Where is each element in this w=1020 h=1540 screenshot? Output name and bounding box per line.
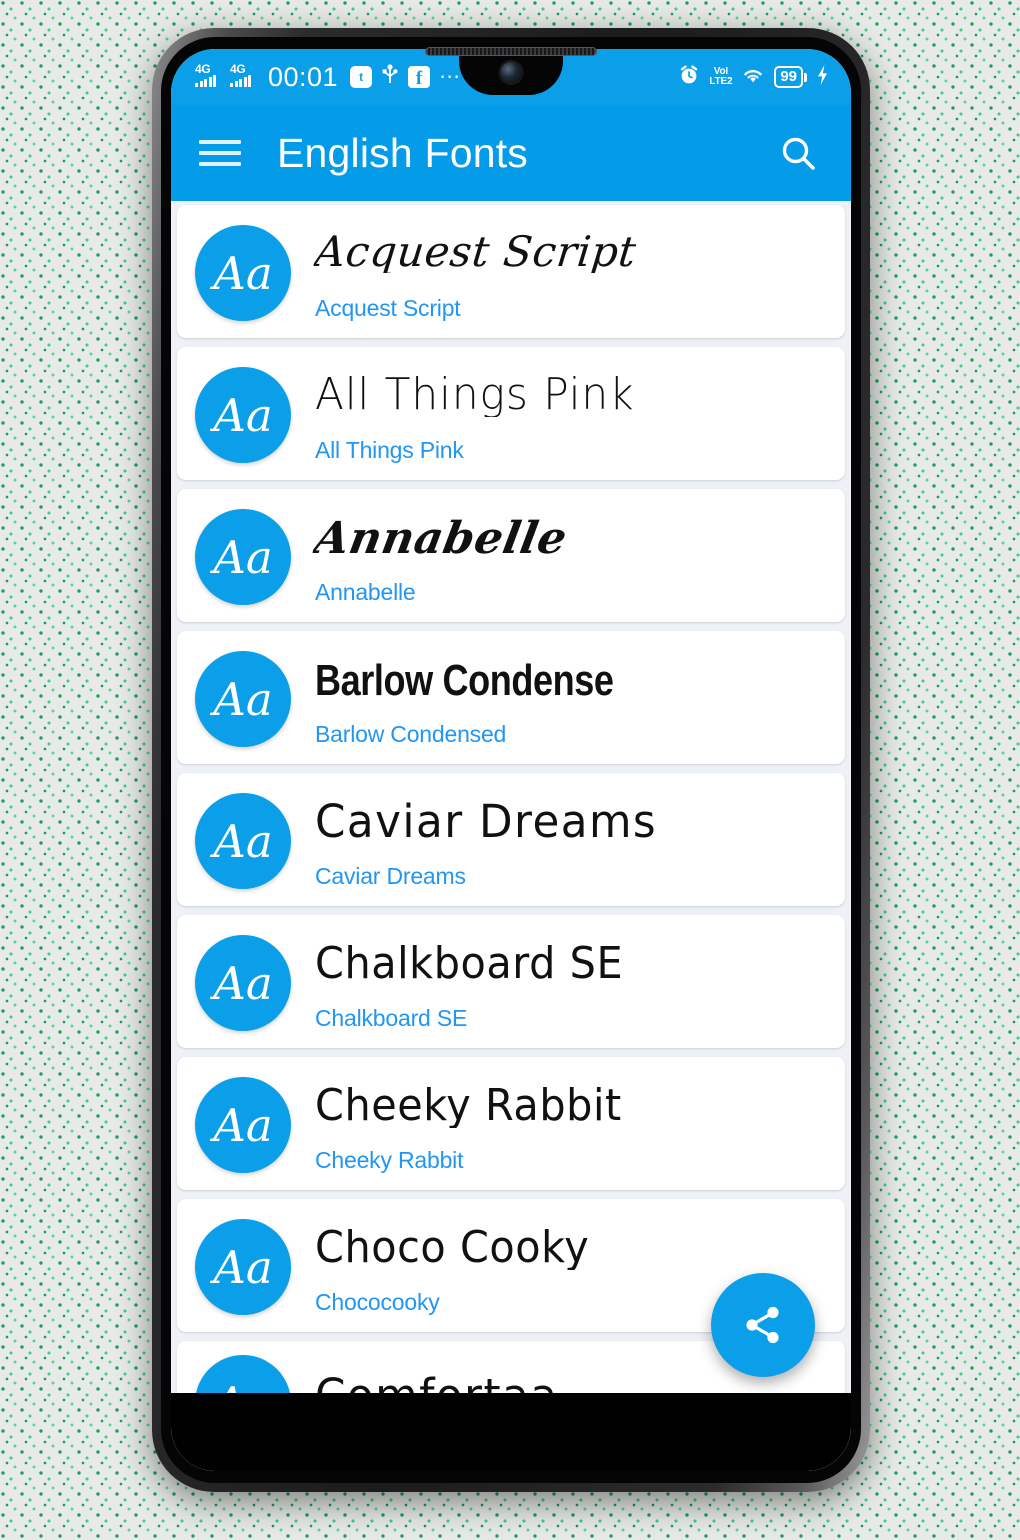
font-preview: Caviar Dreams [315,799,658,844]
phone-inner-bezel: 4G 4G 00:01 t f ⋯ VoI LTE2 99 English Fo… [161,37,861,1483]
font-preview: Acquest Script [312,231,639,273]
list-item-text: Barlow Condense Barlow Condensed [315,649,827,764]
signal-4g-icon-2: 4G [230,62,256,89]
font-preview: Annabelle [311,517,571,561]
status-overflow-icon: ⋯ [439,64,462,88]
app-notification-icon: t [350,66,373,88]
volte-bottom-label: LTE2 [709,76,733,87]
font-name-label: Barlow Condensed [315,721,507,747]
font-name-label: Caviar Dreams [315,863,466,889]
navigation-bar-area [171,1393,851,1471]
font-preview: Choco Cooky [315,1226,590,1270]
volte-indicator: VoI LTE2 [709,67,732,87]
list-item-text: Chalkboard SE Chalkboard SE [315,933,827,1048]
network-type-label-1: 4G [195,62,211,76]
list-item[interactable]: Aa All Things Pink All Things Pink [177,347,845,480]
font-name-label: Annabelle [315,579,416,605]
list-item[interactable]: Aa Annabelle Annabelle [177,489,845,622]
list-item[interactable]: Aa Barlow Condense Barlow Condensed [177,631,845,764]
avatar: Aa [195,651,291,747]
avatar: Aa [195,225,291,321]
list-item[interactable]: Aa Cheeky Rabbit Cheeky Rabbit [177,1057,845,1190]
font-name-label: Chalkboard SE [315,1005,468,1031]
usb-icon [381,63,399,91]
font-name-label: Cheeky Rabbit [315,1147,464,1173]
avatar: Aa [195,793,291,889]
phone-device-frame: 4G 4G 00:01 t f ⋯ VoI LTE2 99 English Fo… [152,28,870,1492]
app-bar: English Fonts [171,105,851,201]
list-item-text: Annabelle Annabelle [311,507,827,622]
charging-bolt-icon [816,64,829,91]
search-icon[interactable] [775,130,821,176]
status-bar-right: VoI LTE2 99 [678,64,829,91]
list-item-text: Acquest Script Acquest Script [312,223,827,338]
list-item-text: Caviar Dreams Caviar Dreams [315,791,827,906]
font-preview: Cheeky Rabbit [315,1084,622,1128]
wifi-icon [741,65,765,90]
avatar: Aa [195,1077,291,1173]
phone-screen: 4G 4G 00:01 t f ⋯ VoI LTE2 99 English Fo… [171,49,851,1471]
list-item[interactable]: Aa Acquest Script Acquest Script [177,205,845,338]
font-name-label: Acquest Script [315,295,461,321]
list-item[interactable]: Aa Caviar Dreams Caviar Dreams [177,773,845,906]
share-icon [746,1306,779,1344]
font-preview: All Things Pink [315,373,635,417]
front-camera-lens [500,62,522,83]
facebook-icon: f [408,66,431,88]
status-bar: 4G 4G 00:01 t f ⋯ VoI LTE2 99 [171,49,851,105]
status-bar-clock: 00:01 [268,61,339,92]
status-bar-left: 4G 4G 00:01 t f ⋯ [195,61,462,92]
avatar: Aa [195,1219,291,1315]
font-name-label: All Things Pink [315,437,464,463]
page-title: English Fonts [277,129,529,176]
share-fab-button[interactable] [711,1273,815,1377]
hamburger-menu-icon[interactable] [197,136,243,170]
battery-indicator: 99 [774,65,807,89]
font-list[interactable]: Aa Acquest Script Acquest Script Aa All … [171,201,851,1471]
list-item[interactable]: Aa Chalkboard SE Chalkboard SE [177,915,845,1048]
list-item-text: Cheeky Rabbit Cheeky Rabbit [315,1075,827,1190]
alarm-clock-icon [678,64,700,91]
signal-4g-icon-1: 4G [195,62,221,89]
avatar: Aa [195,509,291,605]
list-item-text: All Things Pink All Things Pink [315,365,827,480]
avatar: Aa [195,367,291,463]
avatar: Aa [195,935,291,1031]
font-preview: Barlow Condense [315,659,614,703]
battery-level-label: 99 [774,65,803,89]
earpiece-speaker [425,47,597,56]
font-preview: Chalkboard SE [315,942,624,986]
network-type-label-2: 4G [230,62,246,76]
battery-tip [804,72,807,82]
